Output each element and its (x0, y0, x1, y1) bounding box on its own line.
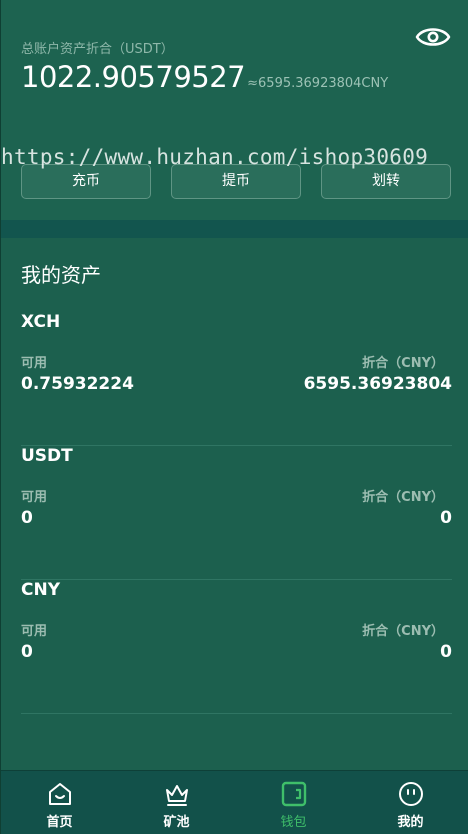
section-divider (1, 220, 468, 238)
converted-value: 6595.36923804 (303, 374, 452, 394)
nav-item-profile[interactable]: 我的 (352, 771, 468, 834)
converted-label: 折合（CNY） (362, 356, 444, 371)
eye-icon[interactable] (415, 22, 451, 52)
wallet-icon (281, 781, 307, 807)
bottom-nav: 首页 矿池 钱包 我的 (1, 770, 468, 834)
total-assets-row: 1022.90579527 ≈6595.36923804CNY (21, 60, 388, 94)
asset-name: XCH (21, 312, 61, 332)
nav-label: 我的 (397, 815, 424, 830)
converted-value: 0 (440, 642, 452, 662)
charge-button[interactable]: 充币 (21, 164, 151, 199)
converted-label: 折合（CNY） (362, 624, 444, 639)
available-label: 可用 (21, 356, 48, 371)
converted-label: 折合（CNY） (362, 490, 444, 505)
wallet-header: 总账户资产折合（USDT） 1022.90579527 ≈6595.369238… (1, 0, 468, 220)
total-assets-label: 总账户资产折合（USDT） (21, 42, 174, 57)
available-label: 可用 (21, 624, 48, 639)
nav-label: 钱包 (280, 815, 307, 830)
withdraw-button[interactable]: 提币 (171, 164, 301, 199)
asset-name: USDT (21, 446, 73, 466)
asset-item-cny[interactable]: CNY 可用 折合（CNY） 0 0 (21, 580, 452, 714)
total-assets-cny: ≈6595.36923804CNY (247, 76, 389, 91)
nav-label: 首页 (46, 815, 73, 830)
profile-icon (399, 782, 423, 806)
watermark-text: https://www.huzhan.com/ishop30609 (1, 145, 429, 169)
my-assets-section: 我的资产 XCH 可用 折合（CNY） 0.75932224 6595.3692… (1, 238, 468, 770)
asset-item-usdt[interactable]: USDT 可用 折合（CNY） 0 0 (21, 446, 452, 580)
app-frame: 总账户资产折合（USDT） 1022.90579527 ≈6595.369238… (0, 0, 468, 834)
asset-name: CNY (21, 580, 61, 600)
my-assets-title: 我的资产 (21, 263, 101, 287)
home-icon (49, 783, 71, 805)
converted-value: 0 (440, 508, 452, 528)
available-value: 0 (21, 508, 33, 528)
nav-item-wallet[interactable]: 钱包 (235, 771, 352, 834)
available-label: 可用 (21, 490, 48, 505)
available-value: 0.75932224 (21, 374, 134, 394)
nav-item-pool[interactable]: 矿池 (118, 771, 235, 834)
available-value: 0 (21, 642, 33, 662)
transfer-button[interactable]: 划转 (321, 164, 451, 199)
total-assets-value: 1022.90579527 (21, 60, 246, 94)
asset-item-xch[interactable]: XCH 可用 折合（CNY） 0.75932224 6595.36923804 (21, 312, 452, 446)
nav-item-home[interactable]: 首页 (1, 771, 118, 834)
crown-icon (166, 785, 188, 806)
nav-label: 矿池 (163, 815, 190, 830)
